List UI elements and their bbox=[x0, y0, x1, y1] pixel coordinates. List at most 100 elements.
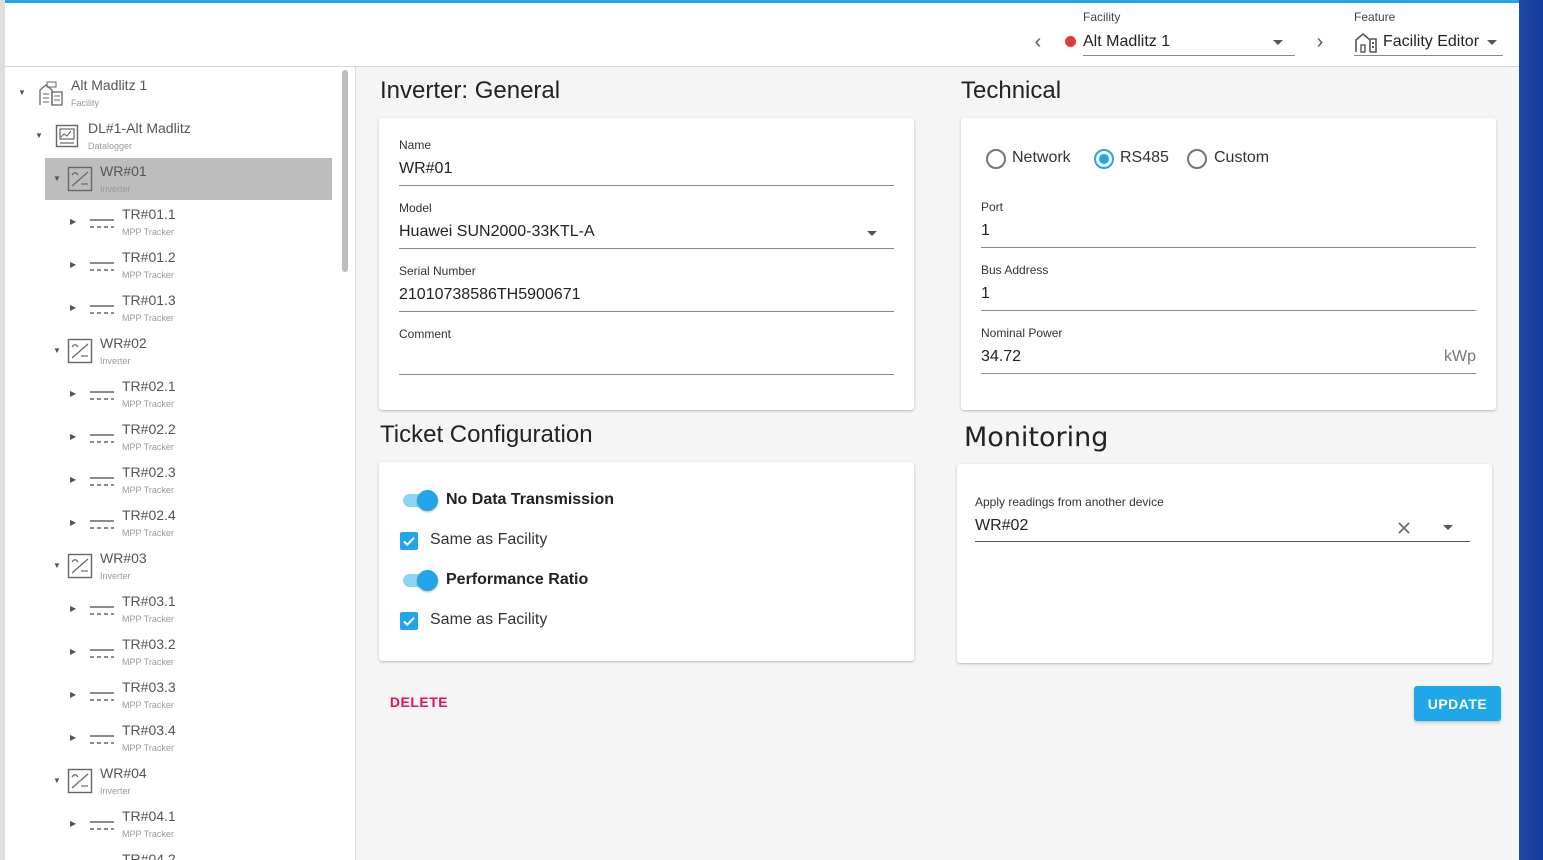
tree-node-tracker[interactable]: ▶ TR#02.4 MPP Tracker bbox=[62, 502, 332, 544]
next-facility-icon[interactable]: › bbox=[1312, 32, 1328, 52]
facility-label: Facility bbox=[1083, 10, 1121, 24]
expand-arrow-icon[interactable]: ▶ bbox=[70, 303, 76, 312]
collapse-arrow-icon[interactable]: ▼ bbox=[53, 346, 61, 355]
tree-node-tracker[interactable]: ▶ TR#03.4 MPP Tracker bbox=[62, 717, 332, 759]
checkmark-icon bbox=[403, 537, 415, 547]
collapse-arrow-icon[interactable]: ▼ bbox=[35, 131, 43, 140]
feature-select[interactable]: Facility Editor bbox=[1354, 29, 1503, 56]
collapse-arrow-icon[interactable]: ▼ bbox=[53, 174, 61, 183]
serial-input[interactable]: 21010738586TH5900671 bbox=[399, 286, 581, 304]
name-input[interactable]: WR#01 bbox=[399, 160, 452, 178]
mpp-tracker-icon bbox=[89, 475, 115, 493]
apply-readings-select[interactable]: WR#02 bbox=[975, 517, 1028, 535]
mpp-tracker-icon bbox=[89, 432, 115, 450]
sidebar-scrollbar[interactable] bbox=[342, 70, 348, 272]
tree-node-inverter[interactable]: ▼ WR#04 Inverter bbox=[45, 760, 332, 802]
same-as-facility-checkbox-2[interactable] bbox=[400, 612, 418, 630]
app-root: ‹ Facility Alt Madlitz 1 › Feature Facil… bbox=[0, 0, 1524, 860]
tree-node-title: TR#02.4 bbox=[122, 507, 176, 523]
expand-arrow-icon[interactable]: ▶ bbox=[70, 647, 76, 656]
facility-select[interactable]: Alt Madlitz 1 bbox=[1083, 29, 1295, 56]
ticket-section-title: Ticket Configuration bbox=[380, 421, 593, 448]
mpp-tracker-icon bbox=[89, 389, 115, 407]
tree-node-subtitle: MPP Tracker bbox=[122, 399, 174, 409]
serial-underline bbox=[399, 311, 894, 312]
radio-rs485[interactable] bbox=[1094, 149, 1114, 169]
feature-select-value: Facility Editor bbox=[1383, 33, 1480, 50]
tree-node-tracker[interactable]: ▶ TR#03.2 MPP Tracker bbox=[62, 631, 332, 673]
clear-icon[interactable] bbox=[1397, 521, 1411, 535]
expand-arrow-icon[interactable]: ▶ bbox=[70, 260, 76, 269]
expand-arrow-icon[interactable]: ▶ bbox=[70, 432, 76, 441]
previous-facility-icon[interactable]: ‹ bbox=[1030, 32, 1046, 52]
mpp-tracker-icon bbox=[89, 518, 115, 536]
tree-node-title: TR#02.1 bbox=[122, 378, 176, 394]
tree-node-title: WR#03 bbox=[100, 550, 147, 566]
right-edge-strip bbox=[1519, 0, 1543, 860]
comment-label: Comment bbox=[399, 327, 452, 341]
collapse-arrow-icon[interactable]: ▼ bbox=[53, 561, 61, 570]
delete-button[interactable]: DELETE bbox=[385, 688, 453, 716]
tree-node-tracker[interactable]: ▶ TR#01.1 MPP Tracker bbox=[62, 201, 332, 243]
tree-node-tracker[interactable]: ▶ TR#02.3 MPP Tracker bbox=[62, 459, 332, 501]
tree-node-inverter[interactable]: ▼ WR#03 Inverter bbox=[45, 545, 332, 587]
no-data-transmission-toggle[interactable] bbox=[401, 489, 438, 511]
apply-readings-dropdown-icon[interactable] bbox=[1443, 525, 1453, 530]
nominal-power-input[interactable]: 34.72 bbox=[981, 348, 1021, 366]
same-as-facility-checkbox-1[interactable] bbox=[400, 532, 418, 550]
update-button[interactable]: UPDATE bbox=[1414, 686, 1501, 721]
tree-node-tracker[interactable]: ▶ TR#04.1 MPP Tracker bbox=[62, 803, 332, 845]
tree-node-title: TR#02.3 bbox=[122, 464, 176, 480]
tree-node-title: TR#03.4 bbox=[122, 722, 176, 738]
facility-dropdown-icon bbox=[1273, 40, 1283, 45]
expand-arrow-icon[interactable]: ▶ bbox=[70, 217, 76, 226]
building-icon bbox=[1355, 32, 1377, 53]
radio-rs485-label: RS485 bbox=[1120, 149, 1169, 166]
tree-node-facility[interactable]: ▼ Alt Madlitz 1 Facility bbox=[10, 72, 340, 114]
expand-arrow-icon[interactable]: ▶ bbox=[70, 733, 76, 742]
port-input[interactable]: 1 bbox=[981, 222, 990, 240]
bus-address-input[interactable]: 1 bbox=[981, 285, 990, 303]
tree-node-title: WR#04 bbox=[100, 765, 147, 781]
expand-arrow-icon[interactable]: ▶ bbox=[70, 819, 76, 828]
tree-node-subtitle: Inverter bbox=[100, 786, 131, 796]
mpp-tracker-icon bbox=[89, 733, 115, 751]
radio-network[interactable] bbox=[986, 149, 1006, 169]
collapse-arrow-icon[interactable]: ▼ bbox=[18, 88, 26, 97]
tree-node-inverter[interactable]: ▼ WR#01 Inverter bbox=[45, 158, 332, 200]
feature-dropdown-icon bbox=[1487, 40, 1497, 45]
tree-node-title: Alt Madlitz 1 bbox=[71, 77, 148, 93]
expand-arrow-icon[interactable]: ▶ bbox=[70, 690, 76, 699]
performance-ratio-toggle[interactable] bbox=[401, 569, 438, 591]
tree-node-datalogger[interactable]: ▼ DL#1-Alt Madlitz Datalogger bbox=[27, 115, 340, 157]
tree-node-tracker[interactable]: ▶ TR#02.2 MPP Tracker bbox=[62, 416, 332, 458]
tree-node-tracker[interactable]: ▶ TR#01.2 MPP Tracker bbox=[62, 244, 332, 286]
tree-node-subtitle: MPP Tracker bbox=[122, 829, 174, 839]
expand-arrow-icon[interactable]: ▶ bbox=[70, 475, 76, 484]
tree-node-tracker[interactable]: ▶ TR#03.3 MPP Tracker bbox=[62, 674, 332, 716]
tree-node-tracker[interactable]: ▶TR#04.2 bbox=[62, 846, 332, 860]
comment-input[interactable] bbox=[399, 349, 894, 369]
tree-node-tracker[interactable]: ▶ TR#02.1 MPP Tracker bbox=[62, 373, 332, 415]
expand-arrow-icon[interactable]: ▶ bbox=[70, 389, 76, 398]
tree-node-subtitle: MPP Tracker bbox=[122, 528, 174, 538]
tree-node-subtitle: Datalogger bbox=[88, 141, 133, 151]
device-tree-sidebar: ▼ Alt Madlitz 1 Facility ▼ DL#1-Alt Madlitz D… bbox=[5, 67, 356, 860]
expand-arrow-icon[interactable]: ▶ bbox=[70, 604, 76, 613]
tree-node-subtitle: Inverter bbox=[100, 184, 131, 194]
expand-arrow-icon[interactable]: ▶ bbox=[70, 518, 76, 527]
radio-custom[interactable] bbox=[1187, 149, 1207, 169]
model-dropdown-icon[interactable] bbox=[867, 231, 877, 236]
tree-node-title: TR#03.1 bbox=[122, 593, 176, 609]
same-as-facility-label-2: Same as Facility bbox=[430, 611, 548, 628]
monitoring-section-title: Monitoring bbox=[964, 422, 1109, 453]
model-select[interactable]: Huawei SUN2000-33KTL-A bbox=[399, 223, 595, 241]
tree-node-tracker[interactable]: ▶ TR#03.1 MPP Tracker bbox=[62, 588, 332, 630]
feature-label: Feature bbox=[1354, 10, 1396, 24]
tree-node-title: TR#01.3 bbox=[122, 292, 176, 308]
tree-node-subtitle: MPP Tracker bbox=[122, 227, 174, 237]
serial-label: Serial Number bbox=[399, 264, 476, 278]
tree-node-inverter[interactable]: ▼ WR#02 Inverter bbox=[45, 330, 332, 372]
collapse-arrow-icon[interactable]: ▼ bbox=[53, 776, 61, 785]
tree-node-tracker[interactable]: ▶ TR#01.3 MPP Tracker bbox=[62, 287, 332, 329]
